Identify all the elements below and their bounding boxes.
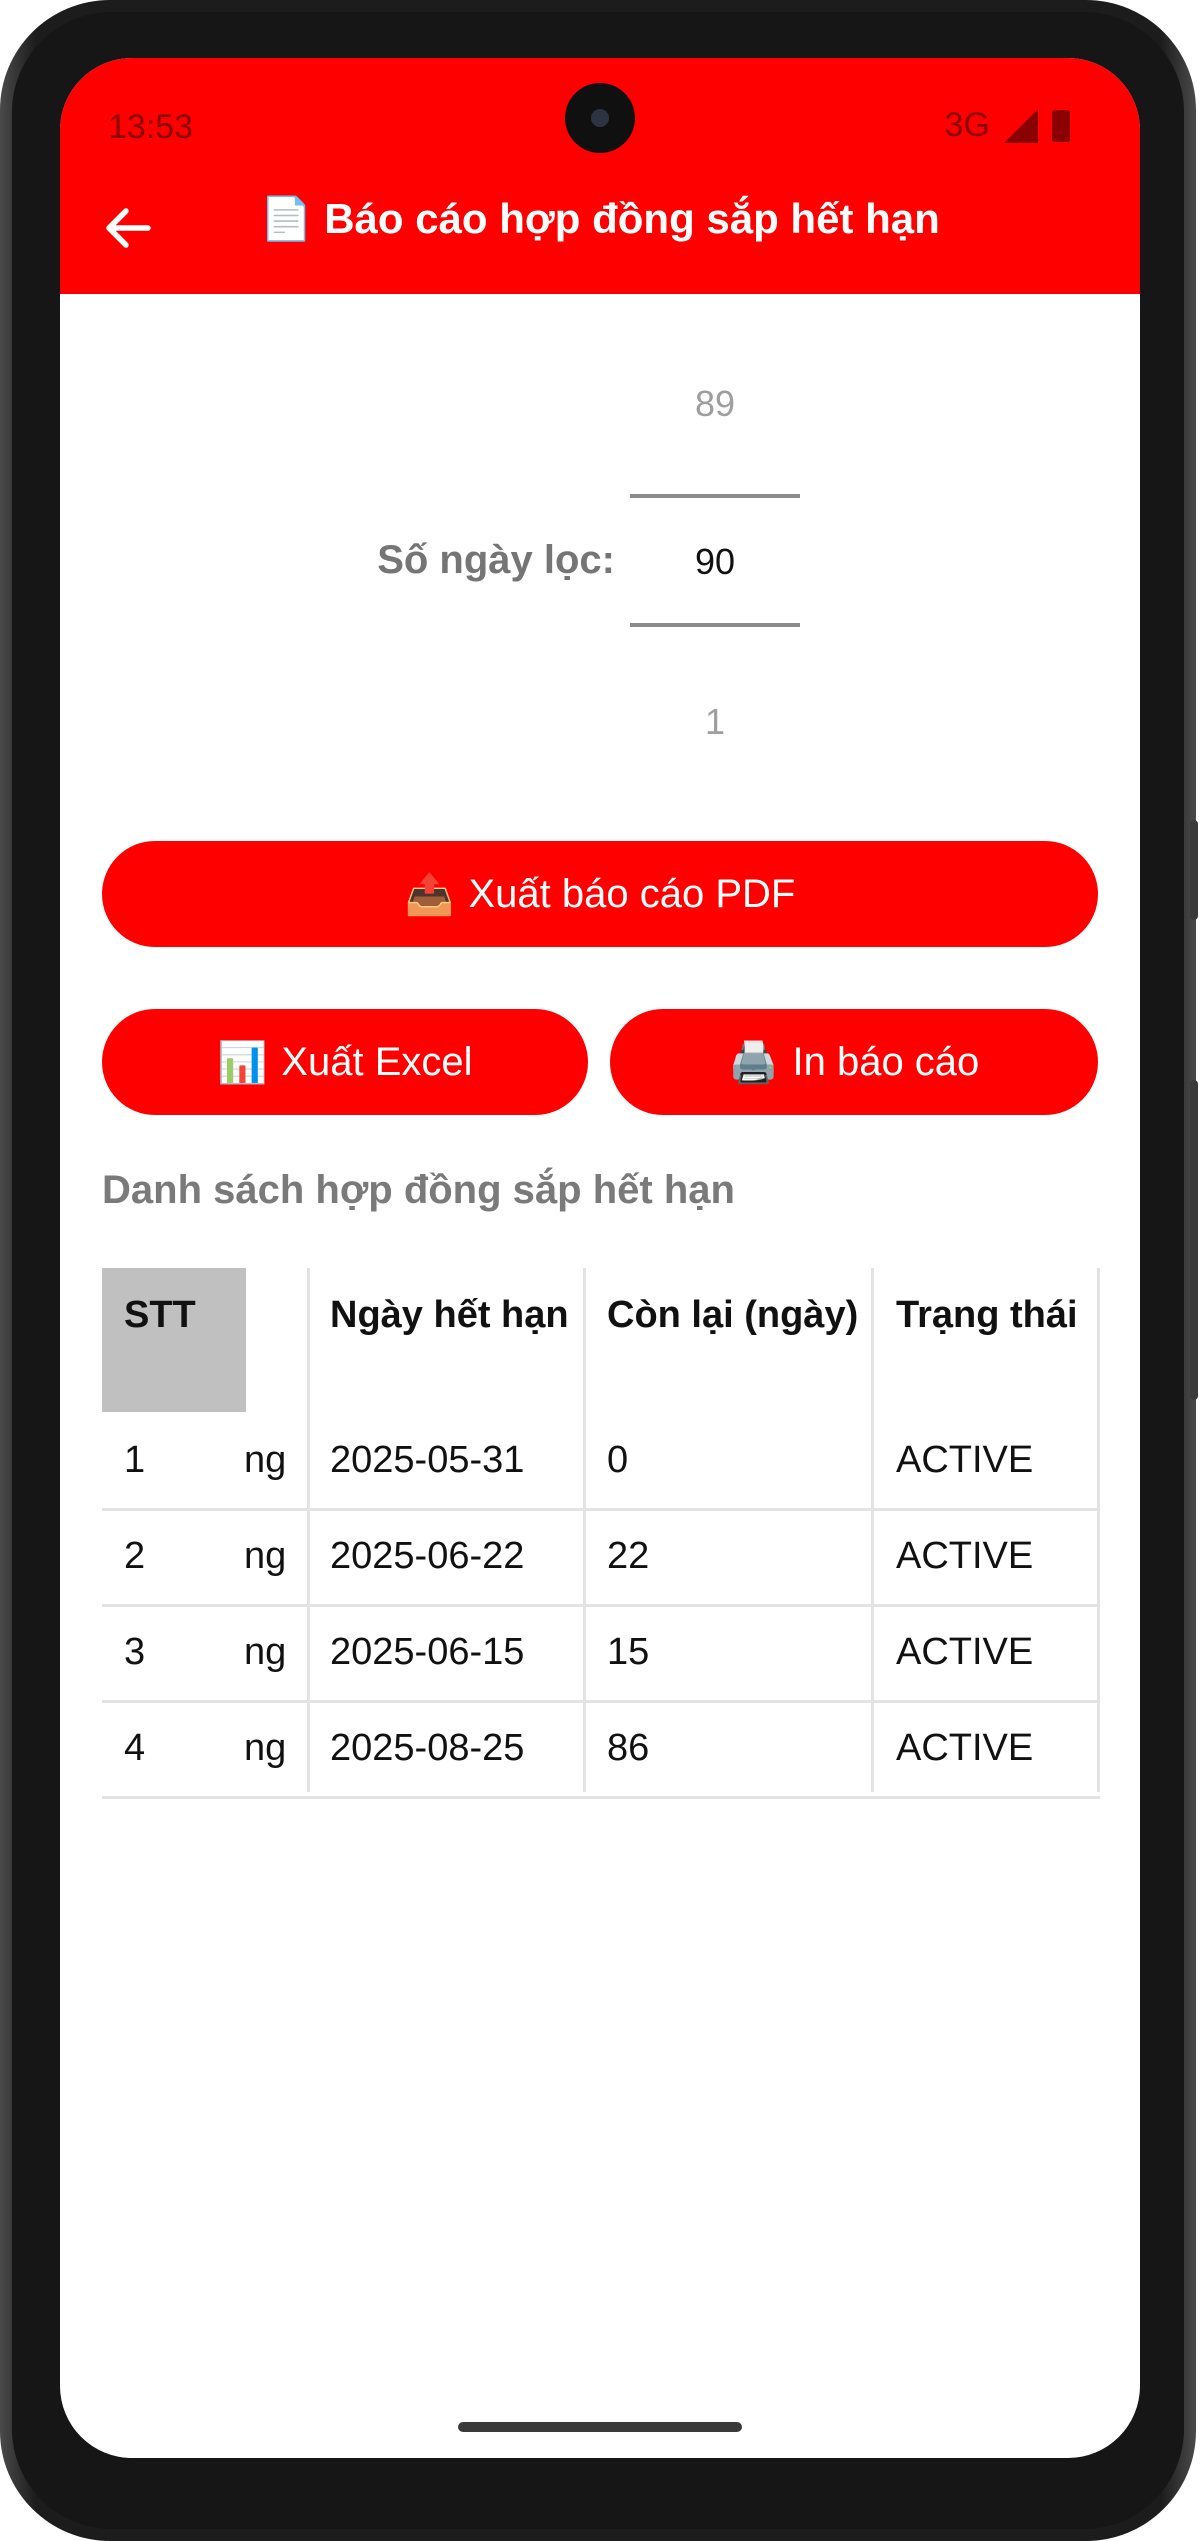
- header-stt-label: STT: [124, 1294, 196, 1336]
- export-pdf-button[interactable]: 📤 Xuất báo cáo PDF: [102, 841, 1098, 947]
- header-remaining-label: Còn lại (ngày): [607, 1294, 859, 1336]
- cell-remaining: 15: [607, 1630, 650, 1673]
- app-bar-title-container: 📄 Báo cáo hợp đồng sắp hết hạn: [60, 58, 1140, 294]
- cell-clipped: ng: [244, 1438, 287, 1481]
- cell-status: ACTIVE: [896, 1438, 1034, 1481]
- cell-remaining: 86: [607, 1726, 650, 1769]
- cell-status: ACTIVE: [896, 1726, 1034, 1769]
- printer-emoji-icon: 🖨️: [728, 1040, 779, 1085]
- cell-expiry: 2025-08-25: [330, 1726, 525, 1769]
- cell-remaining: 0: [607, 1438, 629, 1481]
- screen: 13:53 3G 📄 Báo cáo hợp đồng sắp hết hạn …: [60, 58, 1140, 2458]
- cell-stt: 3: [124, 1630, 146, 1673]
- cell-clipped: ng: [244, 1726, 287, 1769]
- volume-button: [1190, 1080, 1198, 1400]
- header-status-label: Trạng thái: [896, 1294, 1078, 1336]
- outbox-emoji-icon: 📤: [404, 872, 455, 917]
- cell-status: ACTIVE: [896, 1534, 1034, 1577]
- header-status: Trạng thái: [896, 1268, 1096, 1412]
- table-row[interactable]: 2 ng 2025-06-22 22 ACTIVE: [102, 1508, 1100, 1607]
- header-stt: STT: [102, 1268, 246, 1412]
- table-row[interactable]: 4 ng 2025-08-25 86 ACTIVE: [102, 1700, 1100, 1799]
- filter-days-label: Số ngày lọc:: [377, 538, 615, 582]
- cell-clipped: ng: [244, 1630, 287, 1673]
- cell-expiry: 2025-05-31: [330, 1438, 525, 1481]
- back-arrow-icon[interactable]: [98, 198, 158, 258]
- picker-divider-bottom: [630, 623, 800, 627]
- print-label: In báo cáo: [792, 1039, 980, 1084]
- table-row[interactable]: 1 ng 2025-05-31 0 ACTIVE: [102, 1412, 1100, 1511]
- gesture-home-bar[interactable]: [458, 2422, 742, 2432]
- export-excel-label: Xuất Excel: [281, 1039, 473, 1084]
- document-emoji-icon: 📄: [260, 195, 313, 242]
- header-remaining: Còn lại (ngày): [607, 1268, 869, 1412]
- export-pdf-label: Xuất báo cáo PDF: [468, 871, 796, 916]
- picker-next-value[interactable]: 1: [630, 701, 800, 743]
- list-title: Danh sách hợp đồng sắp hết hạn: [102, 1168, 735, 1212]
- cell-clipped: ng: [244, 1534, 287, 1577]
- cell-status: ACTIVE: [896, 1630, 1034, 1673]
- picker-divider-top: [630, 494, 800, 498]
- cell-stt: 4: [124, 1726, 146, 1769]
- print-button[interactable]: 🖨️ In báo cáo: [610, 1009, 1098, 1115]
- picker-current-value[interactable]: 90: [630, 541, 800, 583]
- contracts-table: STT Ngày hết hạn Còn lại (ngày) Trạng th…: [102, 1268, 1100, 1799]
- picker-prev-value[interactable]: 89: [630, 383, 800, 425]
- page-title: 📄 Báo cáo hợp đồng sắp hết hạn: [260, 195, 940, 244]
- cell-stt: 1: [124, 1438, 146, 1481]
- header-expiry: Ngày hết hạn: [330, 1268, 580, 1412]
- export-excel-button[interactable]: 📊 Xuất Excel: [102, 1009, 588, 1115]
- cell-remaining: 22: [607, 1534, 650, 1577]
- table-row[interactable]: 3 ng 2025-06-15 15 ACTIVE: [102, 1604, 1100, 1703]
- chart-emoji-icon: 📊: [217, 1040, 268, 1085]
- power-button: [1190, 820, 1198, 920]
- cell-stt: 2: [124, 1534, 146, 1577]
- page-title-text: Báo cáo hợp đồng sắp hết hạn: [324, 195, 940, 242]
- header-expiry-label: Ngày hết hạn: [330, 1294, 569, 1336]
- cell-expiry: 2025-06-22: [330, 1534, 525, 1577]
- cell-expiry: 2025-06-15: [330, 1630, 525, 1673]
